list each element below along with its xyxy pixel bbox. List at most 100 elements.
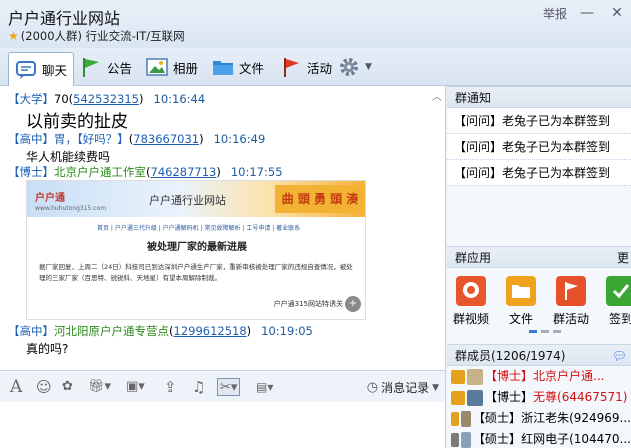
- message-body: 华人机能续费吗: [26, 150, 111, 164]
- member-role: 【高中】: [8, 132, 54, 146]
- member-name: 红网电子(104470...: [521, 432, 631, 446]
- sender-name[interactable]: 北京户户通工作室: [54, 165, 146, 179]
- site-logo: 户户通: [35, 193, 65, 204]
- chevron-up-icon[interactable]: ︿: [432, 88, 442, 103]
- admin-icon: [451, 369, 465, 384]
- message-input[interactable]: [0, 402, 446, 448]
- app-label: 文件: [508, 312, 533, 326]
- message-time: 10:16:49: [213, 132, 266, 146]
- member-item[interactable]: 【硕士】 浙江老朱(924969...: [447, 408, 631, 429]
- shared-image-card[interactable]: 户户通 www.huhutong315.com 户户通行业网站 曲 頭 勇 頭 …: [26, 180, 366, 320]
- apps-title: 群应用: [455, 251, 492, 265]
- flag-icon: [556, 276, 586, 306]
- site-nav: 首页 | 户户通三代升级 | 户户通解码机 | 常见故障解析 | 工号申请 | …: [97, 225, 301, 232]
- app-label: 签到: [608, 312, 631, 326]
- notice-item[interactable]: 【问问】老兔子已为本群签到: [447, 160, 631, 186]
- member-role: 【博士】: [8, 165, 54, 179]
- image-icon[interactable]: ▣▾: [126, 378, 145, 396]
- sender-qq-link[interactable]: 746287713: [151, 165, 217, 179]
- tab-activity[interactable]: 活动: [280, 52, 332, 82]
- tab-files-label: 文件: [239, 60, 265, 76]
- sender-name[interactable]: 70: [54, 92, 69, 106]
- member-role: 【大学】: [8, 92, 54, 106]
- apps-pager[interactable]: [529, 330, 561, 333]
- app-files[interactable]: 文件: [501, 276, 541, 327]
- avatar: [467, 368, 483, 385]
- tab-album-label: 相册: [173, 60, 199, 76]
- notice-header: 群通知: [447, 86, 631, 108]
- message-body: 真的吗?: [26, 342, 69, 356]
- chat-bubble-icon[interactable]: 💬︎: [612, 345, 627, 367]
- music-icon[interactable]: ♫: [192, 378, 205, 396]
- app-label: 群视频: [452, 312, 489, 326]
- tab-files[interactable]: 文件: [212, 52, 264, 82]
- banner-decoration: 曲 頭 勇 頭 湊: [275, 185, 365, 213]
- avatar: [467, 389, 483, 406]
- more-tools-icon[interactable]: ▤▾: [256, 378, 273, 396]
- green-flag-icon: [80, 56, 102, 78]
- settings-menu-button[interactable]: ▼: [338, 52, 372, 82]
- group-subtitle-text: (2000人群) 行业交流-IT/互联网: [20, 29, 185, 43]
- upload-icon[interactable]: ⇪: [164, 378, 177, 396]
- sender-name[interactable]: 胃，【好吗？】: [54, 132, 129, 146]
- video-camera-icon: [456, 276, 486, 306]
- message-history-label: 消息记录: [381, 381, 430, 395]
- chevron-down-icon: ▼: [432, 382, 439, 393]
- chat-message-area[interactable]: 【大学】70(542532315) 10:16:44 以前卖的扯皮 【高中】胃，【…: [0, 86, 446, 370]
- app-label: 群活动: [552, 312, 589, 326]
- app-check-in[interactable]: 签到: [601, 276, 631, 327]
- member-role: 【硕士】: [473, 411, 522, 425]
- article-paragraph: 据厂家回复，上周二（24日）科技司已到达深圳户户通生产厂家，重新审核被处理厂家的…: [39, 263, 353, 282]
- apps-more-link[interactable]: 更: [617, 247, 629, 269]
- photo-icon: [146, 56, 168, 78]
- message-header: 【高中】河北阳原户户通专营点(1299612518) 10:19:05: [8, 324, 313, 338]
- notice-item[interactable]: 【问问】老兔子已为本群签到: [447, 108, 631, 134]
- message-header: 【高中】胃，【好吗？】(783667031) 10:16:49: [8, 132, 266, 146]
- site-domain: www.huhutong315.com: [35, 205, 107, 212]
- font-icon[interactable]: A: [10, 378, 22, 396]
- sender-qq-link[interactable]: 1299612518: [174, 324, 247, 338]
- message-time: 10:17:55: [230, 165, 283, 179]
- message-header: 【博士】北京户户通工作室(746287713) 10:17:55: [8, 165, 283, 179]
- sender-qq-link[interactable]: 783667031: [133, 132, 199, 146]
- zoom-icon[interactable]: +: [345, 296, 361, 312]
- group-title: 户户通行业网站: [8, 9, 121, 28]
- tab-album[interactable]: 相册: [146, 52, 198, 82]
- minimize-button[interactable]: —: [577, 4, 597, 22]
- tab-announcement[interactable]: 公告: [80, 52, 132, 82]
- input-toolbar: A ☺ ✿ 🎁︎▾ ▣▾ ⇪ ♫ ✂▾ ▤▾ ◷ 消息记录 ▼: [0, 370, 446, 402]
- report-button[interactable]: 举报: [543, 5, 567, 22]
- star-icon: ★: [8, 29, 19, 43]
- avatar: [461, 431, 472, 448]
- member-item[interactable]: 【博士】 北京户户通...: [447, 366, 631, 387]
- close-button[interactable]: ✕: [607, 4, 627, 22]
- message-time: 10:16:44: [153, 92, 206, 106]
- magic-emoji-icon[interactable]: ✿: [62, 378, 73, 396]
- window-controls: 举报 — ✕: [543, 4, 627, 22]
- notice-item[interactable]: 【问问】老兔子已为本群签到: [447, 134, 631, 160]
- member-item[interactable]: 【硕士】 红网电子(104470...: [447, 429, 631, 448]
- gift-icon[interactable]: 🎁︎▾: [88, 378, 111, 396]
- chat-bubble-icon: [15, 59, 37, 81]
- tab-activity-label: 活动: [307, 60, 333, 76]
- members-header: 群成员(1206/1974) 💬︎: [447, 344, 631, 366]
- sender-name[interactable]: 河北阳原户户通专营点: [54, 324, 169, 338]
- title-bar: 户户通行业网站 ★ (2000人群) 行业交流-IT/互联网 举报 — ✕: [0, 0, 631, 48]
- member-name: 无尊(64467571): [533, 390, 628, 404]
- group-side-panel: 群通知 【问问】老兔子已为本群签到 【问问】老兔子已为本群签到 【问问】老兔子已…: [447, 86, 631, 448]
- article-source: 户户通315网站特诱关: [273, 300, 343, 308]
- tab-chat[interactable]: 聊天: [8, 52, 75, 86]
- app-group-activity[interactable]: 群活动: [551, 276, 591, 327]
- message-header: 【大学】70(542532315) 10:16:44: [8, 92, 206, 106]
- tab-announcement-label: 公告: [107, 60, 133, 76]
- sender-qq-link[interactable]: 542532315: [73, 92, 139, 106]
- emoji-icon[interactable]: ☺: [36, 378, 52, 396]
- site-title: 户户通行业网站: [149, 194, 226, 207]
- app-group-video[interactable]: 群视频: [451, 276, 491, 327]
- message-history-button[interactable]: ◷ 消息记录 ▼: [367, 379, 439, 396]
- admin-icon: [451, 411, 460, 426]
- member-item[interactable]: 【博士】 无尊(64467571): [447, 387, 631, 408]
- admin-icon: [451, 390, 465, 405]
- folder-icon: [506, 276, 536, 306]
- screenshot-scissors-icon[interactable]: ✂▾: [217, 378, 241, 396]
